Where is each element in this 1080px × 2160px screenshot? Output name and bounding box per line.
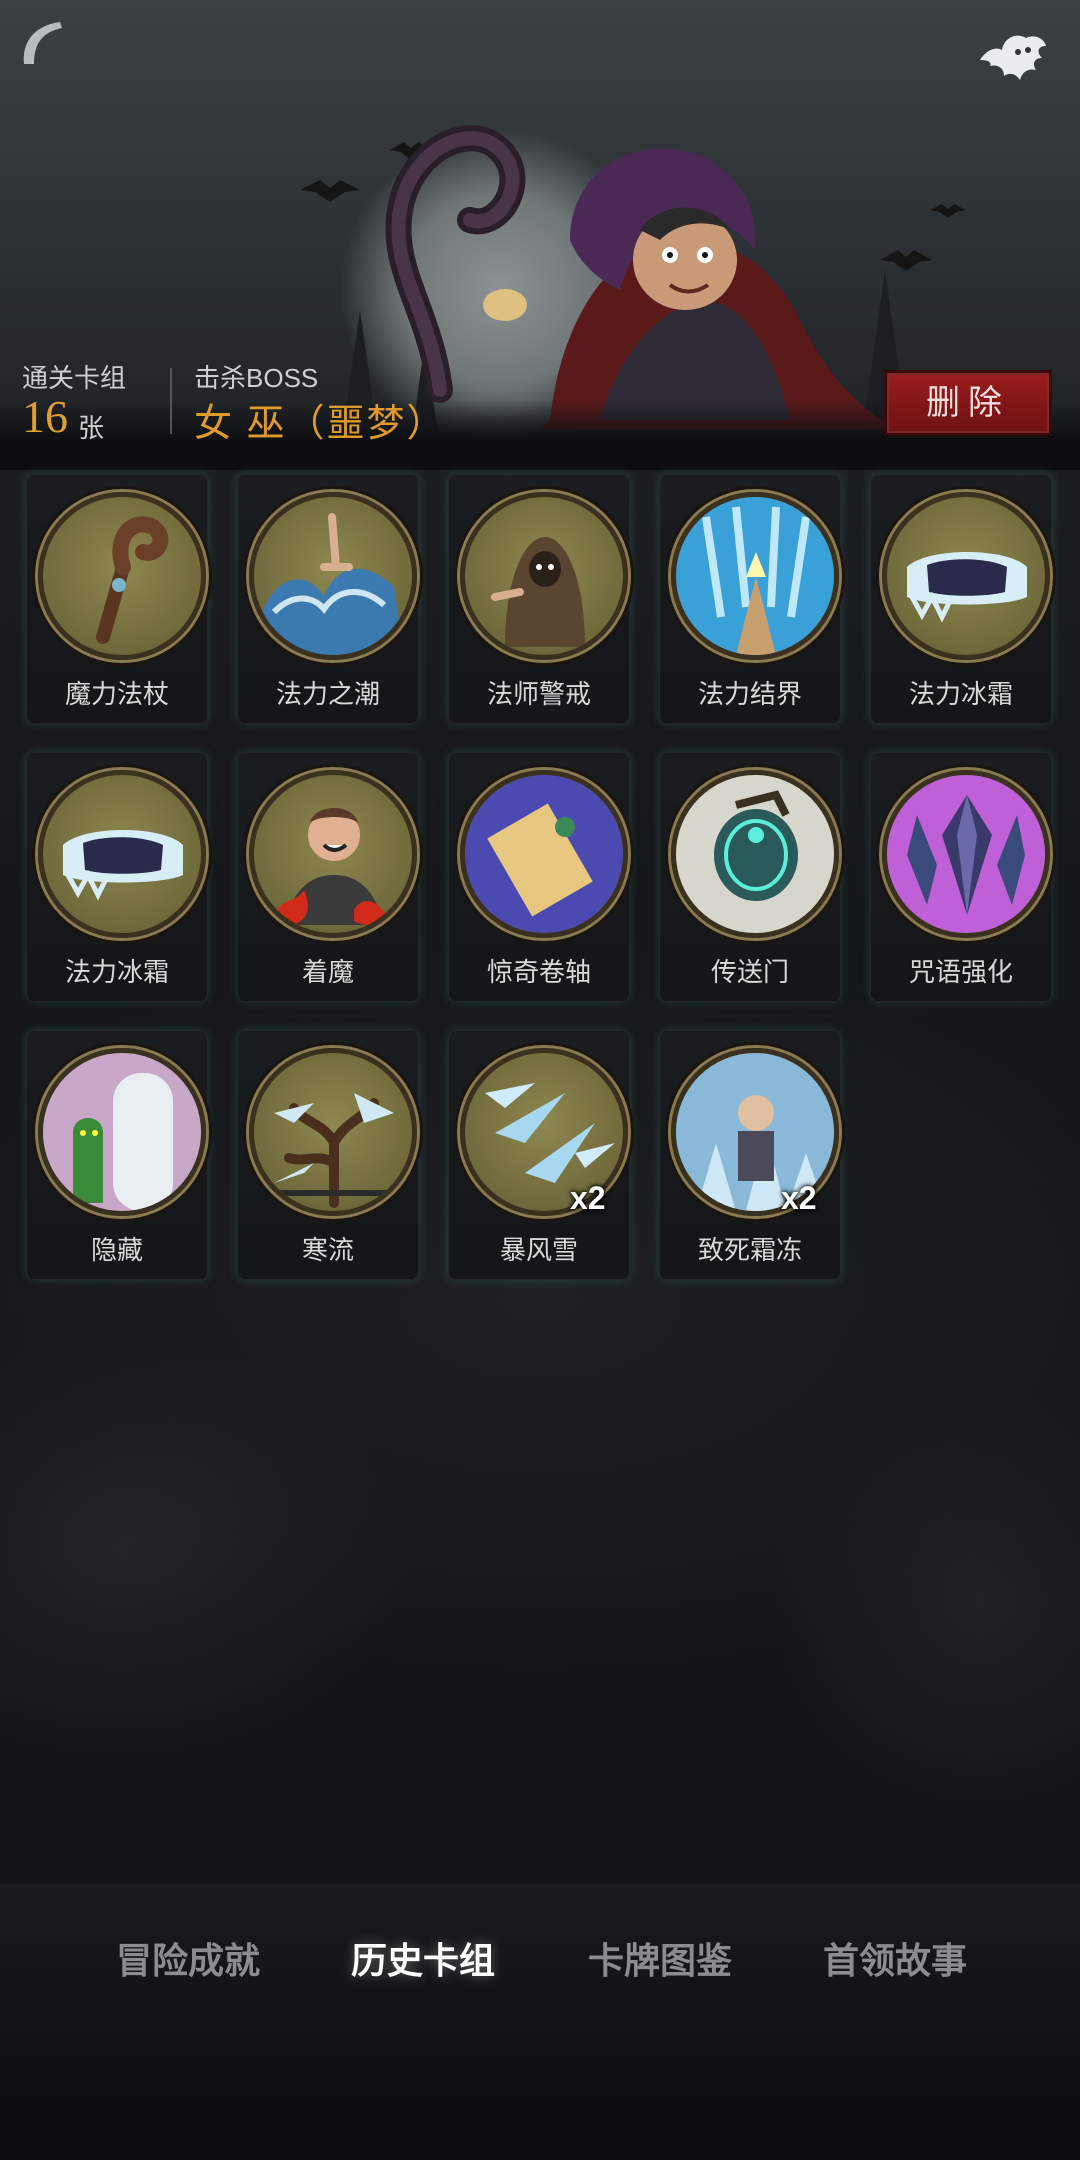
tab-boss-stories[interactable]: 首领故事 xyxy=(795,1932,995,1984)
tab-history-decks[interactable]: 历史卡组 xyxy=(323,1932,523,1984)
back-arrow-icon[interactable] xyxy=(14,14,70,70)
card-8[interactable]: 惊奇卷轴 xyxy=(448,752,630,1002)
card-3[interactable]: 法师警戒 xyxy=(448,474,630,724)
card-5[interactable]: 法力冰霜 xyxy=(870,474,1052,724)
card-11[interactable]: 隐藏 xyxy=(26,1030,208,1280)
barrier-hand-icon xyxy=(671,492,839,660)
card-name: 惊奇卷轴 xyxy=(486,957,591,987)
card-name: 着魔 xyxy=(301,957,354,987)
crystal-icon xyxy=(882,770,1050,938)
card-7[interactable]: 着魔 xyxy=(237,752,419,1002)
possessed-man-icon xyxy=(249,770,417,938)
card-6[interactable]: 法力冰霜 xyxy=(26,752,208,1002)
card-1[interactable]: 魔力法杖 xyxy=(26,474,208,724)
card-name: 咒语强化 xyxy=(908,957,1013,987)
scroll-icon xyxy=(460,770,628,938)
card-name: 法力结界 xyxy=(697,679,802,709)
card-name: 法师警戒 xyxy=(486,679,591,709)
card-name: 寒流 xyxy=(301,1235,354,1265)
card-name: 隐藏 xyxy=(90,1235,143,1265)
card-name: 法力冰霜 xyxy=(64,957,169,987)
card-name: 暴风雪 xyxy=(499,1235,578,1265)
boss-name: 女 巫（噩梦） xyxy=(194,403,447,445)
card-name: 法力冰霜 xyxy=(908,679,1013,709)
deck-unit: 张 xyxy=(78,413,105,443)
deck-count: 16 xyxy=(22,391,68,442)
card-4[interactable]: 法力结界 xyxy=(659,474,841,724)
delete-button[interactable]: 删除 xyxy=(884,370,1052,436)
card-name: 致死霜冻 xyxy=(697,1235,802,1265)
card-9[interactable]: 传送门 xyxy=(659,752,841,1002)
card-count-badge: x2 xyxy=(781,1180,817,1216)
card-10[interactable]: 咒语强化 xyxy=(870,752,1052,1002)
tab-card-gallery[interactable]: 卡牌图鉴 xyxy=(560,1932,760,1984)
card-12[interactable]: 寒流 xyxy=(237,1030,419,1280)
hooded-mage-icon xyxy=(460,492,628,660)
frost-glove-icon xyxy=(882,492,1050,660)
ghost-icon[interactable] xyxy=(972,22,1052,92)
info-divider xyxy=(170,368,172,434)
bottom-nav xyxy=(0,1884,1080,2160)
water-tide-icon xyxy=(249,492,417,660)
card-name: 法力之潮 xyxy=(275,679,380,709)
cold-tree-icon xyxy=(249,1048,417,1216)
card-name: 传送门 xyxy=(710,957,789,987)
card-14[interactable]: 致死霜冻 x2 xyxy=(659,1030,841,1280)
door-goblin-icon xyxy=(38,1048,206,1216)
card-name: 魔力法杖 xyxy=(64,679,169,709)
staff-icon xyxy=(38,492,206,660)
card-2[interactable]: 法力之潮 xyxy=(237,474,419,724)
frost-glove-icon xyxy=(38,770,206,938)
boss-label: 击杀BOSS xyxy=(194,363,319,393)
tab-adventure-achievements[interactable]: 冒险成就 xyxy=(88,1932,288,1984)
card-count-badge: x2 xyxy=(570,1180,606,1216)
portal-icon xyxy=(671,770,839,938)
card-13[interactable]: 暴风雪 x2 xyxy=(448,1030,630,1280)
